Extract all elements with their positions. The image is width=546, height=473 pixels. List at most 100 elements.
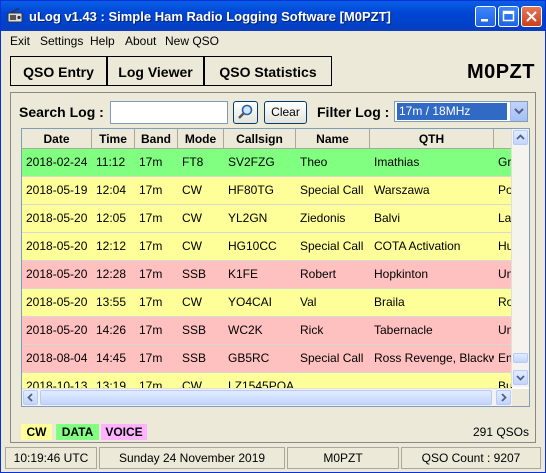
status-bar: 10:19:46 UTC Sunday 24 November 2019 M0P…	[1, 444, 545, 472]
cell-name: Rick	[300, 323, 324, 337]
station-callsign: M0PZT	[466, 61, 535, 83]
tab-qso-statistics[interactable]: QSO Statistics	[204, 56, 332, 86]
cell-time: 13:55	[96, 295, 127, 309]
close-button[interactable]	[521, 6, 542, 27]
status-callsign: M0PZT	[287, 447, 399, 469]
filter-dropdown-button[interactable]	[510, 102, 527, 121]
hscroll-thumb[interactable]	[40, 390, 492, 405]
cell-qth: Hopkinton	[374, 267, 429, 281]
minimize-button[interactable]	[475, 6, 496, 27]
menu-settings[interactable]: Settings	[40, 34, 83, 48]
maximize-button[interactable]	[498, 6, 519, 27]
cell-country: Unit	[498, 267, 512, 281]
clear-button[interactable]: Clear	[264, 101, 307, 124]
cell-mode: SSB	[182, 351, 207, 365]
cell-callsign: WC2K	[228, 323, 263, 337]
cell-band: 17m	[139, 155, 163, 169]
column-header-qth[interactable]: QTH	[370, 129, 494, 149]
scroll-down-button[interactable]	[513, 370, 528, 385]
cell-qth: Ross Revenge, Blackw...	[374, 351, 494, 365]
legend-data: DATA	[56, 424, 99, 440]
filter-label: Filter Log :	[317, 104, 390, 120]
scroll-right-icon	[501, 393, 507, 402]
column-header-mode[interactable]: Mode	[178, 129, 224, 149]
cell-callsign: YO4CAI	[228, 295, 273, 309]
column-header-callsign[interactable]: Callsign	[224, 129, 296, 149]
cell-country: Unit	[498, 323, 512, 337]
title-bar[interactable]: uLog v1.43 : Simple Ham Radio Logging So…	[1, 1, 545, 31]
scroll-thumb[interactable]	[513, 353, 528, 363]
column-header-country[interactable]	[494, 129, 512, 149]
log-viewer-panel: Search Log : Clear Filter Log : 17m / 18…	[10, 92, 536, 443]
cell-date: 2018-05-20	[26, 323, 88, 337]
cell-country: Hun	[498, 239, 512, 253]
cell-country: Gre	[498, 155, 512, 169]
minimize-icon	[481, 19, 488, 22]
menu-help[interactable]: Help	[90, 34, 115, 48]
filter-dropdown[interactable]: 17m / 18MHz	[394, 101, 528, 122]
cell-date: 2018-08-04	[26, 351, 88, 365]
cell-name: Theo	[300, 155, 328, 169]
status-qso-count: QSO Count : 9207	[401, 447, 541, 469]
table-row[interactable]: 2018-05-20 13:55 17m CW YO4CAI Val Braila Rom	[22, 289, 512, 317]
cell-callsign: SV2FZG	[228, 155, 275, 169]
filter-selected-value: 17m / 18MHz	[397, 103, 507, 120]
cell-time: 12:05	[96, 211, 127, 225]
cell-name: Val	[300, 295, 317, 309]
qso-total: 291 QSOs	[472, 425, 529, 439]
table-row[interactable]: 2018-08-04 14:45 17m SSB GB5RC Special Call Ro…	[22, 345, 512, 373]
maximize-icon	[502, 10, 515, 22]
column-header-time[interactable]: Time	[92, 129, 135, 149]
cell-band: 17m	[139, 267, 163, 281]
cell-time: 12:04	[96, 183, 127, 197]
cell-qth: COTA Activation	[374, 239, 461, 253]
radio-app-icon	[7, 8, 23, 23]
vertical-scrollbar[interactable]	[511, 129, 529, 387]
tab-qso-entry[interactable]: QSO Entry	[10, 56, 107, 86]
tab-log-viewer[interactable]: Log Viewer	[107, 56, 204, 86]
menu-new-qso[interactable]: New QSO	[165, 34, 219, 48]
legend-cw: CW	[21, 424, 52, 440]
cell-date: 2018-05-20	[26, 295, 88, 309]
cell-qth: Imathias	[374, 155, 420, 169]
scroll-left-icon	[27, 393, 33, 402]
scroll-left-button[interactable]	[23, 390, 38, 405]
column-header-date[interactable]: Date	[22, 129, 92, 149]
scrollbar-corner	[512, 389, 529, 406]
cell-time: 14:26	[96, 323, 127, 337]
cell-name: Special Call	[300, 239, 364, 253]
table-row[interactable]: 2018-02-24 11:12 17m FT8 SV2FZG Theo Imathias G…	[22, 149, 512, 177]
cell-band: 17m	[139, 183, 163, 197]
table-row[interactable]: 2018-05-20 12:05 17m CW YL2GN Ziedonis Balvi La…	[22, 205, 512, 233]
cell-qth: Braila	[374, 295, 405, 309]
menu-about[interactable]: About	[125, 34, 156, 48]
chevron-down-icon	[514, 108, 524, 115]
cell-qth: Tabernacle	[374, 323, 433, 337]
column-header-name[interactable]: Name	[296, 129, 370, 149]
cell-band: 17m	[139, 239, 163, 253]
column-header-band[interactable]: Band	[135, 129, 178, 149]
cell-band: 17m	[139, 295, 163, 309]
cell-time: 14:45	[96, 351, 127, 365]
cell-mode: CW	[182, 295, 202, 309]
status-time: 10:19:46 UTC	[5, 447, 97, 469]
cell-qth: Balvi	[374, 211, 401, 225]
cell-name: Special Call	[300, 183, 364, 197]
menu-exit[interactable]: Exit	[10, 34, 30, 48]
search-input[interactable]	[110, 101, 228, 124]
table-row[interactable]: 2018-05-20 12:28 17m SSB K1FE Robert Hopkinton…	[22, 261, 512, 289]
table-row[interactable]: 2018-05-19 12:04 17m CW HF80TG Special Call Wa…	[22, 177, 512, 205]
cell-callsign: K1FE	[228, 267, 259, 281]
cell-time: 12:12	[96, 239, 127, 253]
cell-mode: CW	[182, 211, 202, 225]
cell-callsign: GB5RC	[228, 351, 270, 365]
table-row[interactable]: 2018-05-20 12:12 17m CW HG10CC Special Call CO…	[22, 233, 512, 261]
cell-name: Special Call	[300, 351, 364, 365]
cell-time: 12:28	[96, 267, 127, 281]
scroll-up-button[interactable]	[513, 130, 528, 145]
scroll-right-button[interactable]	[496, 390, 511, 405]
search-button[interactable]	[233, 101, 258, 124]
table-row[interactable]: 2018-05-20 14:26 17m SSB WC2K Rick Tabernacle U…	[22, 317, 512, 345]
status-date: Sunday 24 November 2019	[99, 447, 285, 469]
horizontal-scrollbar[interactable]	[22, 388, 512, 406]
